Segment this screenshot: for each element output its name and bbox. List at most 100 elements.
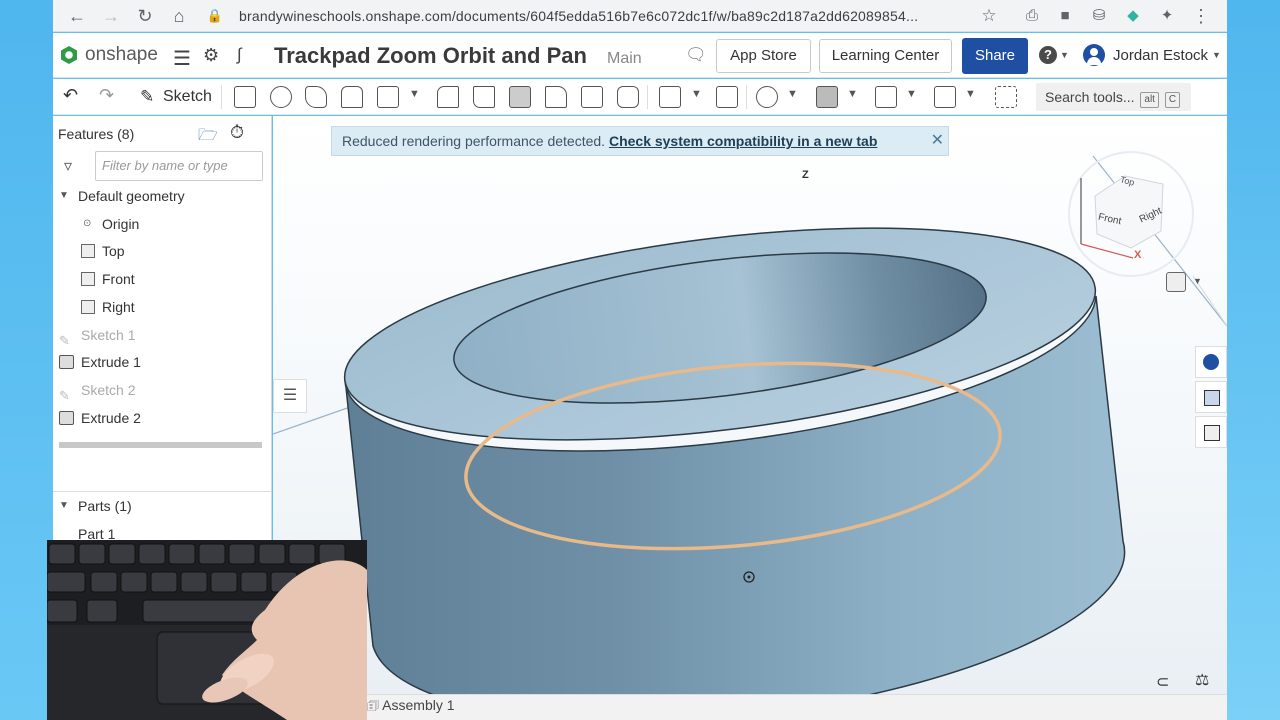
caret-icon[interactable]: ▼ xyxy=(847,88,858,100)
boolean-icon[interactable] xyxy=(756,86,778,108)
avatar[interactable] xyxy=(1083,44,1105,66)
mass-scale-icon[interactable]: ⚖ xyxy=(1195,670,1209,690)
menu-dots-icon[interactable]: ⋮ xyxy=(1191,6,1211,26)
sketch-icon: ✎ xyxy=(59,333,70,348)
redo-icon[interactable]: ↷ xyxy=(99,85,114,106)
feature-panel-toggle-icon[interactable]: ☰ xyxy=(273,379,307,413)
branch-label: Main xyxy=(607,50,642,67)
onshape-logo-icon[interactable] xyxy=(59,45,79,65)
loft-icon[interactable] xyxy=(341,86,363,108)
extrude-icon xyxy=(59,411,74,425)
measure-tool-icon[interactable]: ⊂ xyxy=(1156,672,1169,692)
app-header: onshape ☰ ⚙ ∫ Trackpad Zoom Orbit and Pa… xyxy=(53,33,1227,78)
tree-item-label: Extrude 2 xyxy=(81,410,141,426)
revolve-icon[interactable] xyxy=(270,86,292,108)
view-cube[interactable] xyxy=(1068,151,1194,277)
mass-properties-icon[interactable] xyxy=(1195,381,1227,413)
close-icon[interactable]: ✕ xyxy=(931,127,944,155)
thicken-icon[interactable] xyxy=(377,86,399,108)
tree-item-sketch-2[interactable]: ✎ Sketch 2 xyxy=(53,376,271,404)
sketch-icon: ✎ xyxy=(59,388,70,403)
caret-icon[interactable]: ▼ xyxy=(409,88,420,100)
tree-item-label: Right xyxy=(102,299,135,315)
address-bar[interactable]: 🔒 brandywineschools.onshape.com/document… xyxy=(201,1,1001,31)
caret-icon[interactable]: ▼ xyxy=(691,88,702,100)
caret-icon[interactable]: ▼ xyxy=(787,88,798,100)
home-icon[interactable]: ⌂ xyxy=(167,4,191,28)
hole-icon[interactable] xyxy=(617,86,639,108)
undo-icon[interactable]: ↶ xyxy=(63,85,78,106)
graphics-area[interactable]: Z X Top Front Right ▼ Reduced rendering … xyxy=(273,116,1227,694)
tree-item-extrude-1[interactable]: Extrude 1 xyxy=(53,348,271,376)
sketch-button[interactable]: Sketch xyxy=(163,88,212,106)
plane-icon[interactable] xyxy=(875,86,897,108)
back-icon[interactable]: ← xyxy=(65,4,89,28)
search-tools-input[interactable]: Search tools... alt C xyxy=(1036,83,1191,111)
tab-assembly-1[interactable]: 🗊 Assembly 1 xyxy=(367,697,455,719)
fillet-icon[interactable] xyxy=(437,86,459,108)
rib-icon[interactable] xyxy=(545,86,567,108)
user-name[interactable]: Jordan Estock xyxy=(1113,47,1208,64)
comment-icon[interactable]: 🗨 xyxy=(685,45,707,65)
sweep-icon[interactable] xyxy=(305,86,327,108)
shell-icon[interactable] xyxy=(581,86,603,108)
axis-x-label: X xyxy=(1134,249,1142,261)
versions-history-icon[interactable]: ⚙ xyxy=(203,45,219,66)
chevron-down-icon[interactable]: ▼ xyxy=(59,492,69,520)
add-custom-feature-icon[interactable] xyxy=(995,86,1017,108)
print-icon[interactable]: ⎙ xyxy=(1022,6,1042,26)
tree-item-top[interactable]: Top xyxy=(53,237,271,265)
document-title[interactable]: Trackpad Zoom Orbit and Pan xyxy=(274,43,587,69)
tree-item-extrude-2[interactable]: Extrude 2 xyxy=(53,404,271,432)
tree-item-front[interactable]: Front xyxy=(53,265,271,293)
tree-item-label: Top xyxy=(102,243,125,259)
tree-item-origin[interactable]: ⊙ Origin xyxy=(53,210,271,238)
extension-gem-icon[interactable]: ◆ xyxy=(1123,6,1143,26)
insert-icon[interactable]: ∫ xyxy=(237,45,242,65)
filter-icon[interactable]: ▿ xyxy=(64,156,72,176)
puzzle-icon[interactable]: ✦ xyxy=(1157,6,1177,26)
user-caret-icon[interactable]: ▼ xyxy=(1212,50,1221,60)
app-store-button[interactable]: App Store xyxy=(716,39,811,73)
model-viewport[interactable] xyxy=(273,116,1227,694)
caret-icon[interactable]: ▼ xyxy=(965,88,976,100)
tree-item-right[interactable]: Right xyxy=(53,293,271,321)
compatibility-link[interactable]: Check system compatibility in a new tab xyxy=(609,133,877,149)
parts-group[interactable]: ▼ Parts (1) xyxy=(53,492,271,520)
horizontal-scrollbar[interactable] xyxy=(59,442,262,448)
caret-icon[interactable]: ▼ xyxy=(906,88,917,100)
chevron-down-icon[interactable]: ▼ xyxy=(59,182,69,210)
draft-icon[interactable] xyxy=(509,86,531,108)
share-button[interactable]: Share xyxy=(962,38,1028,74)
shield-icon[interactable]: ⛁ xyxy=(1089,6,1109,26)
reload-icon[interactable]: ↻ xyxy=(133,4,157,28)
mirror-icon[interactable] xyxy=(716,86,738,108)
default-geometry-group[interactable]: ▼ Default geometry xyxy=(53,182,271,210)
folder-icon[interactable]: ■ xyxy=(1055,6,1075,26)
hamburger-menu-icon[interactable]: ☰ xyxy=(173,46,191,71)
chamfer-icon[interactable] xyxy=(473,86,495,108)
document-tab-bar: 🗊 Assembly 1 xyxy=(365,694,1227,720)
toolbar-divider xyxy=(647,85,648,109)
cube-glyph xyxy=(1204,390,1220,406)
appearance-panel-icon[interactable] xyxy=(1195,346,1227,378)
new-folder-icon[interactable]: 🗁 xyxy=(198,124,218,151)
pattern-icon[interactable] xyxy=(659,86,681,108)
filter-input[interactable]: Filter by name or type xyxy=(95,151,263,181)
sheet-metal-icon[interactable] xyxy=(934,86,956,108)
help-icon[interactable]: ? xyxy=(1039,46,1057,64)
plane-icon xyxy=(81,300,95,314)
view-options-caret-icon[interactable]: ▼ xyxy=(1193,276,1202,286)
forward-icon[interactable]: → xyxy=(99,4,123,28)
rollback-timer-icon[interactable]: ⏱ xyxy=(230,122,244,143)
star-icon[interactable]: ☆ xyxy=(979,6,999,26)
logo-text[interactable]: onshape xyxy=(85,44,158,66)
bom-panel-icon[interactable] xyxy=(1195,416,1227,448)
help-caret-icon[interactable]: ▼ xyxy=(1060,50,1069,60)
split-icon[interactable] xyxy=(816,86,838,108)
sketch-pencil-icon[interactable]: ✎ xyxy=(140,87,154,107)
extrude-icon[interactable] xyxy=(234,86,256,108)
learning-center-button[interactable]: Learning Center xyxy=(819,39,952,73)
tree-item-sketch-1[interactable]: ✎ Sketch 1 xyxy=(53,321,271,349)
view-options-icon[interactable] xyxy=(1166,272,1186,292)
